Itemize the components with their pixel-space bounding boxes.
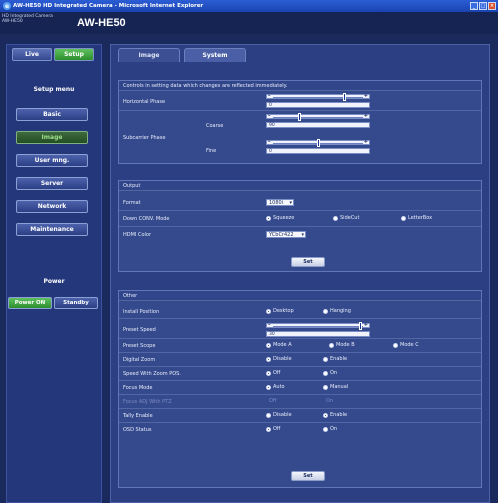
menu-server-button[interactable]: Server [16, 177, 88, 190]
osd-on-radio[interactable]: On [323, 426, 337, 432]
other-section: Other Install Position Desktop Hanging P… [118, 290, 482, 488]
focus-mode-row: Focus Mode Auto Manual [119, 381, 481, 395]
live-button[interactable]: Live [12, 48, 52, 61]
down-conv-label: Down CONV. Mode [123, 216, 170, 222]
focus-adjust-row: Focus ADJ With PTZ Off On [119, 395, 481, 409]
horizontal-phase-slider[interactable]: – + [266, 93, 370, 101]
window-titlebar: e AW-HE50 HD Integrated Camera - Microso… [0, 0, 498, 12]
digital-zoom-label: Digital Zoom [123, 357, 156, 363]
power-title: Power [43, 278, 65, 285]
focus-adjust-on-radio: On [326, 398, 334, 404]
osd-off-radio[interactable]: Off [266, 426, 280, 432]
hdmi-color-select[interactable]: YCbCr422 ▾ [266, 231, 306, 238]
format-row: Format 1080i ▾ [119, 195, 481, 211]
page-header [0, 12, 498, 34]
other-header: Other [119, 291, 481, 301]
menu-image-button[interactable]: Image [16, 131, 88, 144]
speed-zoom-on-radio[interactable]: On [323, 370, 337, 376]
setup-menu-title: Setup menu [33, 86, 75, 93]
ie-icon: e [3, 2, 11, 10]
speed-zoom-off-radio[interactable]: Off [266, 370, 280, 376]
focus-adjust-label: Focus ADJ With PTZ [123, 399, 172, 405]
setup-button[interactable]: Setup [54, 48, 94, 61]
preset-scope-mode-b-radio[interactable]: Mode B [329, 342, 355, 348]
coarse-label: Coarse [206, 123, 224, 129]
focus-adjust-off-radio: Off [269, 398, 277, 404]
down-conv-row: Down CONV. Mode Squeeze SideCut LetterBo… [119, 211, 481, 227]
install-position-row: Install Position Desktop Hanging [119, 305, 481, 319]
standby-button[interactable]: Standby [54, 297, 98, 309]
preset-scope-mode-a-radio[interactable]: Mode A [266, 342, 292, 348]
output-set-button[interactable]: Set [291, 257, 325, 267]
other-set-button[interactable]: Set [291, 471, 325, 481]
menu-user-mng-button[interactable]: User mng. [16, 154, 88, 167]
preset-scope-mode-c-radio[interactable]: Mode C [393, 342, 419, 348]
format-label: Format [123, 200, 141, 206]
format-select[interactable]: 1080i ▾ [266, 199, 294, 206]
tally-enable-radio[interactable]: Enable [323, 412, 347, 418]
preset-speed-value[interactable]: 30 [266, 331, 370, 337]
preset-speed-row: Preset Speed – + 30 [119, 319, 481, 339]
phase-section: Controls in setting data which changes a… [118, 80, 482, 164]
speed-zoom-label: Speed With Zoom POS. [123, 371, 181, 377]
tally-disable-radio[interactable]: Disable [266, 412, 292, 418]
maximize-icon[interactable]: □ [479, 2, 487, 10]
focus-mode-label: Focus Mode [123, 385, 153, 391]
osd-row: OSD Status Off On [119, 423, 481, 437]
install-desktop-radio[interactable]: Desktop [266, 308, 294, 314]
digital-zoom-enable-radio[interactable]: Enable [323, 356, 347, 362]
subcarrier-phase-label: Subcarrier Phase [123, 135, 166, 141]
menu-basic-button[interactable]: Basic [16, 108, 88, 121]
output-section: Output Format 1080i ▾ Down CONV. Mode Squ… [118, 180, 482, 272]
osd-label: OSD Status [123, 427, 152, 433]
preset-speed-label: Preset Speed [123, 327, 156, 333]
menu-network-button[interactable]: Network [16, 200, 88, 213]
digital-zoom-disable-radio[interactable]: Disable [266, 356, 292, 362]
immediate-note: Controls in setting data which changes a… [119, 81, 481, 91]
chevron-down-icon: ▾ [301, 232, 304, 238]
menu-maintenance-button[interactable]: Maintenance [16, 223, 88, 236]
preset-speed-slider[interactable]: – + [266, 322, 370, 330]
digital-zoom-row: Digital Zoom Disable Enable [119, 353, 481, 367]
down-conv-letterbox-radio[interactable]: LetterBox [401, 215, 432, 221]
hdmi-color-label: HDMI Color [123, 232, 152, 238]
horizontal-phase-value[interactable]: 0 [266, 102, 370, 108]
coarse-slider[interactable]: – + [266, 113, 370, 121]
subcarrier-phase-row: Subcarrier Phase Coarse – + 90 Fine – + 0 [119, 111, 481, 165]
preset-scope-label: Preset Scope [123, 343, 156, 349]
tally-label: Tally Enable [123, 413, 153, 419]
model-name: HD Integrated Camera AW-HE50 [2, 14, 53, 24]
focus-auto-radio[interactable]: Auto [266, 384, 285, 390]
fine-label: Fine [206, 148, 217, 154]
output-header: Output [119, 181, 481, 191]
coarse-value[interactable]: 90 [266, 122, 370, 128]
horizontal-phase-row: Horizontal Phase – + 0 [119, 91, 481, 111]
down-conv-sidecut-radio[interactable]: SideCut [333, 215, 359, 221]
power-on-button[interactable]: Power ON [8, 297, 52, 309]
page-title: AW-HE50 [77, 17, 126, 29]
fine-slider[interactable]: – + [266, 139, 370, 147]
browser-window: e AW-HE50 HD Integrated Camera - Microso… [0, 0, 498, 503]
fine-value[interactable]: 0 [266, 148, 370, 154]
horizontal-phase-label: Horizontal Phase [123, 99, 166, 105]
tally-row: Tally Enable Disable Enable [119, 409, 481, 423]
install-hanging-radio[interactable]: Hanging [323, 308, 351, 314]
install-position-label: Install Position [123, 309, 160, 315]
preset-scope-row: Preset Scope Mode A Mode B Mode C [119, 339, 481, 353]
tab-image[interactable]: Image [118, 48, 180, 62]
hdmi-color-row: HDMI Color YCbCr422 ▾ [119, 227, 481, 243]
tab-system[interactable]: System [184, 48, 246, 62]
window-title: AW-HE50 HD Integrated Camera - Microsoft… [13, 3, 204, 9]
focus-manual-radio[interactable]: Manual [323, 384, 348, 390]
minimize-icon[interactable]: _ [470, 2, 478, 10]
speed-zoom-row: Speed With Zoom POS. Off On [119, 367, 481, 381]
close-icon[interactable]: × [488, 2, 496, 10]
down-conv-squeeze-radio[interactable]: Squeeze [266, 215, 294, 221]
chevron-down-icon: ▾ [289, 200, 292, 206]
